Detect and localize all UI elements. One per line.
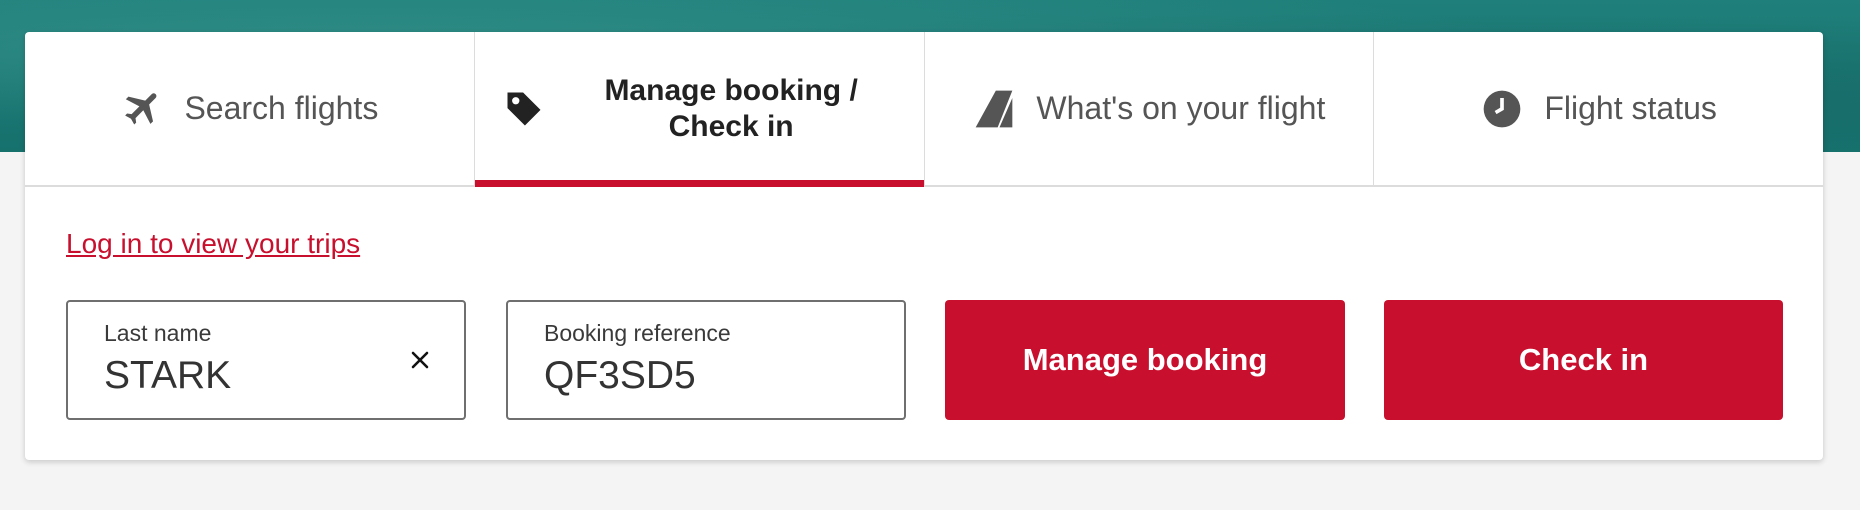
tab-label: What's on your flight [1036,90,1326,126]
booking-widget: Search flights Manage booking / Check in… [25,32,1823,460]
clock-icon [1480,87,1524,131]
login-link[interactable]: Log in to view your trips [66,228,360,260]
tail-fin-icon [972,87,1016,131]
tab-bar: Search flights Manage booking / Check in… [25,32,1823,187]
booking-reference-field[interactable]: Booking reference QF3SD5 [506,300,906,420]
last-name-field[interactable]: Last name STARK [66,300,466,420]
close-icon[interactable] [406,346,434,374]
booking-reference-label: Booking reference [544,320,731,346]
plane-icon [120,87,164,131]
check-in-button[interactable]: Check in [1384,300,1783,420]
tab-flight-status[interactable]: Flight status [1374,32,1823,185]
tab-label: Search flights [184,90,379,126]
tab-whats-on-your-flight[interactable]: What's on your flight [925,32,1375,185]
tab-label: Manage booking / Check in [604,73,858,143]
tab-label: Flight status [1544,90,1717,126]
manage-booking-button[interactable]: Manage booking [945,300,1345,420]
tab-manage-booking[interactable]: Manage booking / Check in [474,32,925,187]
last-name-label: Last name [104,320,212,346]
tab-search-flights[interactable]: Search flights [25,32,475,185]
tag-icon [502,87,546,131]
booking-reference-value[interactable]: QF3SD5 [544,354,696,398]
last-name-value[interactable]: STARK [104,354,231,398]
